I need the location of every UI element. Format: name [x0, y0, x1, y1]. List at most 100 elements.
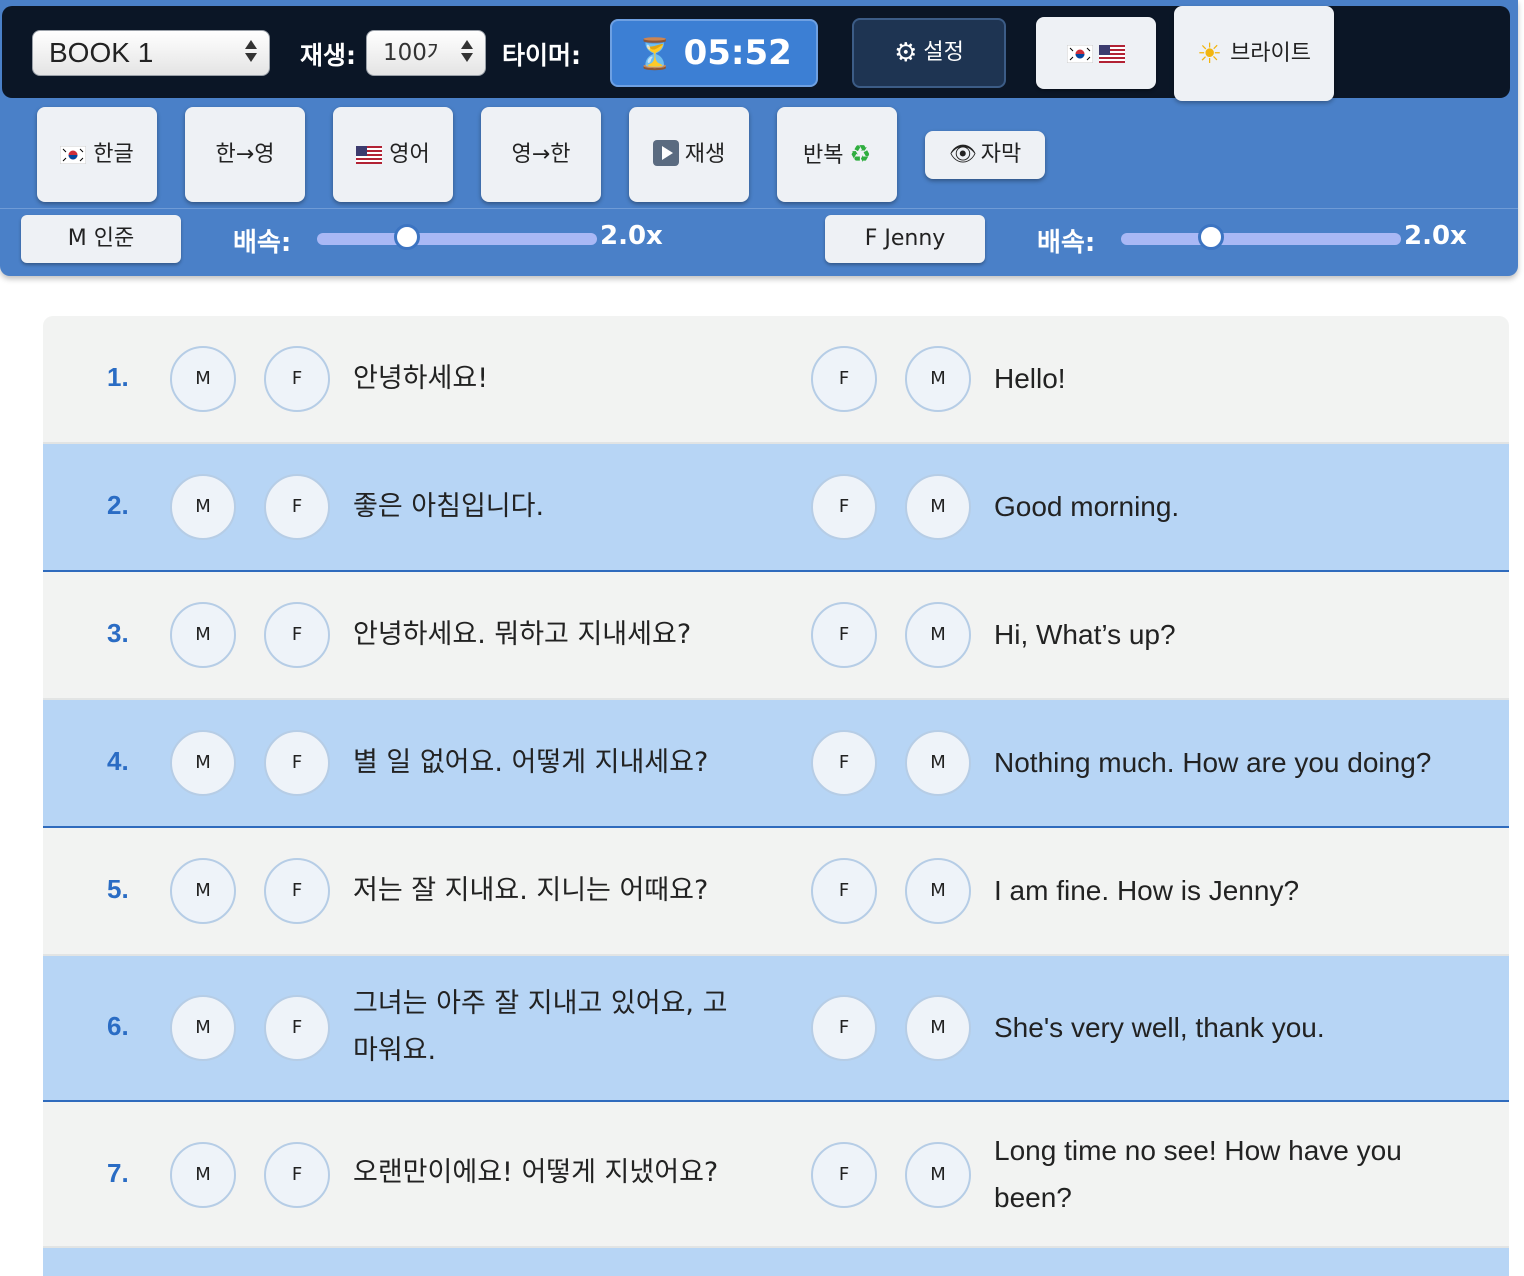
sentence-row: 5. M F 저는 잘 지내요. 지니는 어때요? F M I am fine.…: [43, 828, 1509, 956]
play-female-korean-button[interactable]: F: [264, 995, 330, 1061]
theme-toggle-button[interactable]: ☀ 브라이트: [1174, 6, 1334, 101]
female-voice-button[interactable]: F Jenny: [825, 215, 985, 263]
play-female-korean-button[interactable]: F: [264, 858, 330, 924]
play-icon: [652, 140, 679, 166]
repeat-label: 반복: [803, 143, 844, 168]
hourglass-icon: ⏳: [636, 37, 674, 72]
play-label: 재생: [684, 142, 726, 167]
korea-flag-icon: [1066, 20, 1094, 92]
play-male-english-button[interactable]: M: [905, 730, 971, 796]
play-female-korean-button[interactable]: F: [264, 602, 330, 668]
sentence-row: 3. M F 안녕하세요. 뭐하고 지내세요? F M Hi, What’s u…: [43, 572, 1509, 700]
divider: [0, 208, 1518, 209]
sentence-number: 2.: [107, 490, 129, 520]
male-speed-slider-handle[interactable]: [393, 224, 420, 250]
play-female-english-button[interactable]: F: [811, 1142, 877, 1208]
english-mode-button[interactable]: 영어: [333, 107, 453, 202]
play-female-korean-button[interactable]: F: [264, 474, 330, 540]
korean-mode-label: 한글: [93, 142, 134, 167]
sentence-row: 6. M F 그녀는 아주 잘 지내고 있어요, 고마워요. F M She's…: [43, 956, 1509, 1102]
play-female-english-button[interactable]: F: [811, 858, 877, 924]
usa-flag-icon: [356, 110, 383, 205]
male-speed-value: 2.0x: [600, 221, 663, 251]
female-speed-slider-handle[interactable]: [1197, 224, 1224, 250]
subtitle-label: 자막: [980, 142, 1022, 167]
play-male-english-button[interactable]: M: [905, 346, 971, 412]
play-male-english-button[interactable]: M: [905, 858, 971, 924]
ko-to-en-label: 한→영: [215, 142, 275, 167]
english-sentence: She's very well, thank you.: [994, 1012, 1325, 1043]
play-female-english-button[interactable]: F: [811, 730, 877, 796]
play-female-korean-button[interactable]: F: [264, 346, 330, 412]
sentence-row: 1. M F 안녕하세요! F M Hello!: [43, 316, 1509, 444]
gear-icon: ⚙: [894, 38, 918, 68]
en-to-ko-label: 영→한: [511, 142, 571, 167]
korean-sentence: 그녀는 아주 잘 지내고 있어요, 고마워요.: [353, 988, 728, 1066]
play-female-english-button[interactable]: F: [811, 995, 877, 1061]
korean-sentence: 저는 잘 지내요. 지니는 어때요?: [353, 875, 709, 906]
eye-icon: 👁: [948, 142, 977, 167]
play-male-korean-button[interactable]: M: [170, 346, 236, 412]
recycle-icon: ♻: [849, 140, 871, 168]
male-voice-button[interactable]: M 인준: [21, 215, 181, 263]
female-speed-value: 2.0x: [1404, 221, 1467, 251]
play-male-korean-button[interactable]: M: [170, 602, 236, 668]
sentence-row: [43, 1248, 1509, 1276]
settings-button[interactable]: ⚙ 설정: [852, 18, 1006, 88]
female-speed-slider[interactable]: [1121, 233, 1401, 245]
en-to-ko-mode-button[interactable]: 영→한: [481, 107, 601, 202]
play-male-korean-button[interactable]: M: [170, 858, 236, 924]
control-panel: BOOK 1 재생: 100개 타이머: ⏳ 05:52 ⚙설정 ☀ 브라이트 한글…: [0, 0, 1518, 276]
sentence-row: 7. M F 오랜만이에요! 어떻게 지냈어요? F M Long time n…: [43, 1102, 1509, 1248]
play-male-english-button[interactable]: M: [905, 474, 971, 540]
repeat-label: 재생:: [300, 41, 356, 70]
english-sentence: Hi, What’s up?: [994, 619, 1176, 650]
english-sentence: Good morning.: [994, 491, 1180, 522]
sentence-number: 3.: [107, 618, 129, 648]
sentence-number: 6.: [107, 1011, 129, 1041]
repeat-button[interactable]: 반복 ♻: [777, 107, 897, 202]
korean-sentence: 안녕하세요!: [353, 363, 489, 394]
play-female-korean-button[interactable]: F: [264, 1142, 330, 1208]
play-male-korean-button[interactable]: M: [170, 474, 236, 540]
timer-value: 05:52: [683, 33, 792, 73]
male-voice-label: M 인준: [67, 226, 135, 251]
korean-sentence: 오랜만이에요! 어떻게 지냈어요?: [353, 1157, 719, 1188]
sentence-number: 7.: [107, 1158, 129, 1188]
english-sentence: Hello!: [994, 363, 1066, 394]
play-male-korean-button[interactable]: M: [170, 730, 236, 796]
korea-flag-icon: [59, 110, 87, 205]
play-button[interactable]: 재생: [629, 107, 749, 202]
korean-mode-button[interactable]: 한글: [37, 107, 157, 202]
play-male-korean-button[interactable]: M: [170, 995, 236, 1061]
theme-label: 브라이트: [1230, 41, 1312, 66]
sentence-number: 1.: [107, 362, 129, 392]
book-select[interactable]: BOOK 1: [32, 30, 270, 76]
play-female-english-button[interactable]: F: [811, 474, 877, 540]
ko-to-en-mode-button[interactable]: 한→영: [185, 107, 305, 202]
sun-icon: ☀: [1196, 37, 1223, 70]
sentence-row: 2. M F 좋은 아침입니다. F M Good morning.: [43, 444, 1509, 572]
settings-label: 설정: [923, 40, 964, 65]
play-female-korean-button[interactable]: F: [264, 730, 330, 796]
play-female-english-button[interactable]: F: [811, 346, 877, 412]
korean-sentence: 좋은 아침입니다.: [353, 491, 545, 522]
select-arrows-icon: [245, 40, 257, 62]
play-male-english-button[interactable]: M: [905, 602, 971, 668]
book-select-value: BOOK 1: [49, 37, 154, 68]
timer-display[interactable]: ⏳ 05:52: [610, 19, 818, 87]
female-voice-label: F Jenny: [864, 226, 946, 251]
male-speed-slider[interactable]: [317, 233, 597, 245]
play-female-english-button[interactable]: F: [811, 602, 877, 668]
language-toggle-button[interactable]: [1036, 17, 1156, 89]
sentence-row: 4. M F 별 일 없어요. 어떻게 지내세요? F M Nothing mu…: [43, 700, 1509, 828]
subtitle-toggle-button[interactable]: 👁 자막: [925, 131, 1045, 179]
play-male-english-button[interactable]: M: [905, 1142, 971, 1208]
english-sentence: I am fine. How is Jenny?: [994, 875, 1300, 906]
repeat-count-value: 100개: [383, 40, 439, 66]
english-sentence: Nothing much. How are you doing?: [994, 747, 1432, 778]
repeat-count-select[interactable]: 100개: [366, 30, 486, 76]
play-male-korean-button[interactable]: M: [170, 1142, 236, 1208]
play-male-english-button[interactable]: M: [905, 995, 971, 1061]
sentence-number: 4.: [107, 746, 129, 776]
